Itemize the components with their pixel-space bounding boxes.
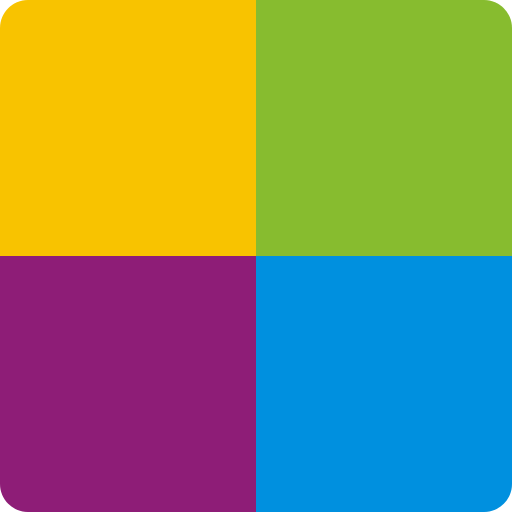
yellow-quadrant [0, 0, 256, 256]
purple-quadrant [0, 256, 256, 512]
four-color-grid-icon [0, 0, 512, 512]
green-quadrant [256, 0, 512, 256]
blue-quadrant [256, 256, 512, 512]
